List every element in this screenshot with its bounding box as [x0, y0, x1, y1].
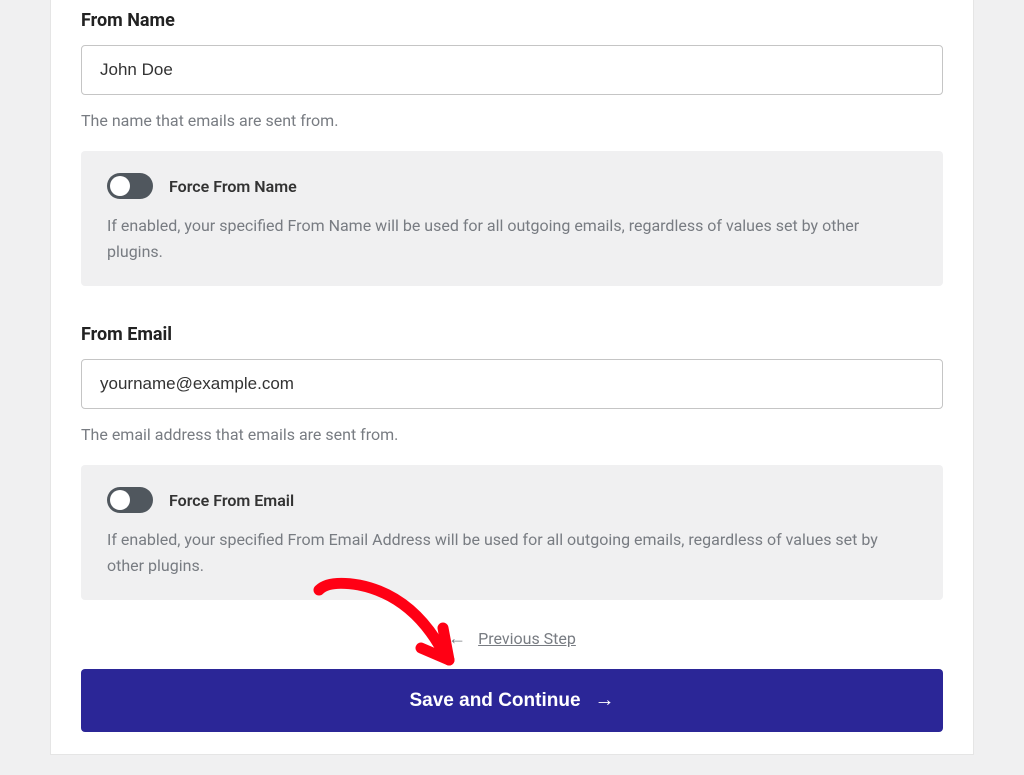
- from-name-label: From Name: [81, 0, 943, 31]
- save-and-continue-button[interactable]: Save and Continue →: [81, 669, 943, 732]
- from-email-helper: The email address that emails are sent f…: [81, 423, 943, 447]
- force-from-email-label: Force From Email: [169, 491, 294, 510]
- arrow-right-icon: →: [595, 689, 615, 712]
- previous-step-link[interactable]: Previous Step: [478, 629, 576, 648]
- settings-card: From Name The name that emails are sent …: [50, 0, 974, 755]
- force-from-name-toggle[interactable]: [107, 173, 153, 199]
- force-from-name-description: If enabled, your specified From Name wil…: [107, 213, 917, 264]
- arrow-left-icon: ←: [448, 628, 466, 649]
- force-from-name-card: Force From Name If enabled, your specifi…: [81, 151, 943, 286]
- from-email-input[interactable]: [81, 359, 943, 409]
- force-from-email-toggle[interactable]: [107, 487, 153, 513]
- from-name-helper: The name that emails are sent from.: [81, 109, 943, 133]
- force-from-name-row: Force From Name: [107, 173, 917, 199]
- toggle-knob-icon: [110, 490, 130, 510]
- toggle-knob-icon: [110, 176, 130, 196]
- save-button-label: Save and Continue: [409, 690, 580, 712]
- force-from-email-row: Force From Email: [107, 487, 917, 513]
- force-from-email-card: Force From Email If enabled, your specif…: [81, 465, 943, 600]
- from-email-label: From Email: [81, 314, 943, 345]
- previous-step-row: ← Previous Step: [81, 628, 943, 649]
- force-from-email-description: If enabled, your specified From Email Ad…: [107, 527, 917, 578]
- from-name-input[interactable]: [81, 45, 943, 95]
- force-from-name-label: Force From Name: [169, 177, 297, 196]
